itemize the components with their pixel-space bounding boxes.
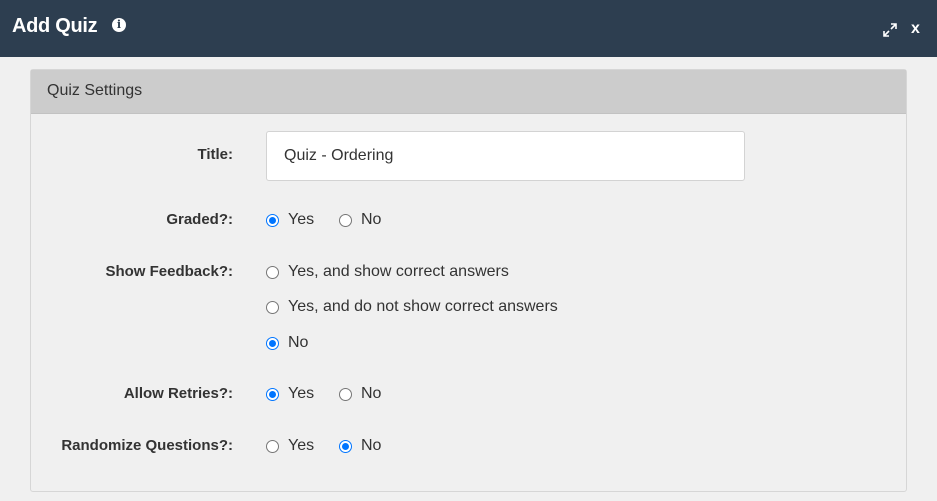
title-input[interactable]: [266, 131, 745, 181]
randomize-no-radio[interactable]: [339, 439, 352, 453]
retries-yes-radio[interactable]: [266, 387, 279, 401]
expand-icon[interactable]: [882, 22, 898, 38]
feedback-no-correct-radio[interactable]: [266, 300, 279, 314]
randomize-no-label: No: [361, 437, 382, 454]
window-title: Add Quiz: [12, 15, 98, 37]
retries-no-option[interactable]: No: [339, 384, 381, 404]
retries-yes-label: Yes: [288, 385, 315, 402]
panel-header: Quiz Settings: [31, 70, 906, 114]
panel-title: Quiz Settings: [47, 82, 143, 99]
feedback-show-correct-radio[interactable]: [266, 265, 279, 279]
show-feedback-label: Show Feedback?:: [105, 263, 233, 280]
graded-label: Graded?:: [166, 211, 233, 228]
retries-no-radio[interactable]: [339, 387, 352, 401]
title-label: Title:: [197, 146, 233, 163]
randomize-no-option[interactable]: No: [339, 436, 381, 456]
graded-no-option[interactable]: No: [339, 210, 381, 230]
randomize-yes-radio[interactable]: [266, 439, 279, 453]
graded-yes-option[interactable]: Yes: [266, 210, 314, 230]
feedback-show-correct-option[interactable]: Yes, and show correct answers: [266, 262, 509, 282]
window-titlebar: Add Quiz i x: [0, 0, 937, 57]
feedback-no-correct-label: Yes, and do not show correct answers: [288, 298, 558, 315]
randomize-questions-label: Randomize Questions?:: [61, 437, 233, 454]
retries-no-label: No: [361, 385, 382, 402]
feedback-no-option[interactable]: No: [266, 333, 308, 353]
feedback-show-correct-label: Yes, and show correct answers: [288, 263, 509, 280]
retries-yes-option[interactable]: Yes: [266, 384, 314, 404]
feedback-no-label: No: [288, 334, 309, 351]
graded-no-label: No: [361, 211, 382, 228]
graded-yes-label: Yes: [288, 211, 315, 228]
randomize-yes-option[interactable]: Yes: [266, 436, 314, 456]
randomize-yes-label: Yes: [288, 437, 315, 454]
feedback-no-radio[interactable]: [266, 336, 279, 350]
info-icon[interactable]: i: [112, 18, 126, 32]
allow-retries-label: Allow Retries?:: [123, 385, 233, 402]
feedback-no-correct-option[interactable]: Yes, and do not show correct answers: [266, 297, 558, 317]
close-button[interactable]: x: [911, 20, 920, 38]
graded-no-radio[interactable]: [339, 213, 352, 227]
graded-yes-radio[interactable]: [266, 213, 279, 227]
